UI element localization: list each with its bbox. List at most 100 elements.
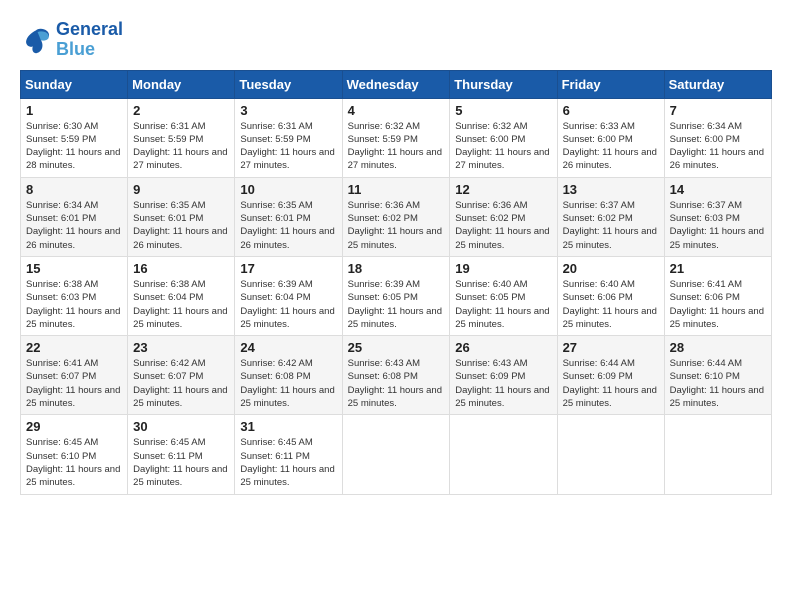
day-number: 24 [240,340,336,355]
calendar-day-cell: 17 Sunrise: 6:39 AM Sunset: 6:04 PM Dayl… [235,256,342,335]
page-header: General Blue [20,20,772,60]
day-info: Sunrise: 6:31 AM Sunset: 5:59 PM Dayligh… [133,120,229,173]
weekday-header: Tuesday [235,70,342,98]
day-number: 19 [455,261,551,276]
day-info: Sunrise: 6:32 AM Sunset: 6:00 PM Dayligh… [455,120,551,173]
calendar-day-cell: 28 Sunrise: 6:44 AM Sunset: 6:10 PM Dayl… [664,336,771,415]
calendar-day-cell [342,415,450,494]
day-number: 12 [455,182,551,197]
calendar-day-cell: 2 Sunrise: 6:31 AM Sunset: 5:59 PM Dayli… [128,98,235,177]
calendar-week-row: 29 Sunrise: 6:45 AM Sunset: 6:10 PM Dayl… [21,415,772,494]
calendar-day-cell [557,415,664,494]
day-info: Sunrise: 6:37 AM Sunset: 6:03 PM Dayligh… [670,199,766,252]
calendar-table: SundayMondayTuesdayWednesdayThursdayFrid… [20,70,772,495]
day-number: 11 [348,182,445,197]
day-info: Sunrise: 6:36 AM Sunset: 6:02 PM Dayligh… [455,199,551,252]
day-number: 21 [670,261,766,276]
day-number: 30 [133,419,229,434]
day-number: 22 [26,340,122,355]
day-info: Sunrise: 6:41 AM Sunset: 6:06 PM Dayligh… [670,278,766,331]
weekday-header: Sunday [21,70,128,98]
day-info: Sunrise: 6:42 AM Sunset: 6:08 PM Dayligh… [240,357,336,410]
calendar-header-row: SundayMondayTuesdayWednesdayThursdayFrid… [21,70,772,98]
calendar-day-cell: 25 Sunrise: 6:43 AM Sunset: 6:08 PM Dayl… [342,336,450,415]
calendar-day-cell: 20 Sunrise: 6:40 AM Sunset: 6:06 PM Dayl… [557,256,664,335]
calendar-day-cell: 31 Sunrise: 6:45 AM Sunset: 6:11 PM Dayl… [235,415,342,494]
day-info: Sunrise: 6:32 AM Sunset: 5:59 PM Dayligh… [348,120,445,173]
calendar-day-cell: 29 Sunrise: 6:45 AM Sunset: 6:10 PM Dayl… [21,415,128,494]
day-info: Sunrise: 6:45 AM Sunset: 6:11 PM Dayligh… [133,436,229,489]
day-info: Sunrise: 6:40 AM Sunset: 6:05 PM Dayligh… [455,278,551,331]
calendar-day-cell: 12 Sunrise: 6:36 AM Sunset: 6:02 PM Dayl… [450,177,557,256]
calendar-day-cell: 14 Sunrise: 6:37 AM Sunset: 6:03 PM Dayl… [664,177,771,256]
calendar-week-row: 22 Sunrise: 6:41 AM Sunset: 6:07 PM Dayl… [21,336,772,415]
weekday-header: Monday [128,70,235,98]
day-number: 15 [26,261,122,276]
day-number: 5 [455,103,551,118]
logo-text: General Blue [56,20,123,60]
day-info: Sunrise: 6:35 AM Sunset: 6:01 PM Dayligh… [133,199,229,252]
calendar-day-cell: 1 Sunrise: 6:30 AM Sunset: 5:59 PM Dayli… [21,98,128,177]
calendar-day-cell: 27 Sunrise: 6:44 AM Sunset: 6:09 PM Dayl… [557,336,664,415]
day-info: Sunrise: 6:34 AM Sunset: 6:00 PM Dayligh… [670,120,766,173]
day-info: Sunrise: 6:33 AM Sunset: 6:00 PM Dayligh… [563,120,659,173]
day-info: Sunrise: 6:38 AM Sunset: 6:04 PM Dayligh… [133,278,229,331]
day-info: Sunrise: 6:40 AM Sunset: 6:06 PM Dayligh… [563,278,659,331]
calendar-day-cell: 3 Sunrise: 6:31 AM Sunset: 5:59 PM Dayli… [235,98,342,177]
weekday-header: Saturday [664,70,771,98]
day-info: Sunrise: 6:45 AM Sunset: 6:10 PM Dayligh… [26,436,122,489]
day-number: 6 [563,103,659,118]
calendar-day-cell: 7 Sunrise: 6:34 AM Sunset: 6:00 PM Dayli… [664,98,771,177]
calendar-day-cell [664,415,771,494]
calendar-day-cell: 10 Sunrise: 6:35 AM Sunset: 6:01 PM Dayl… [235,177,342,256]
day-number: 23 [133,340,229,355]
calendar-day-cell: 8 Sunrise: 6:34 AM Sunset: 6:01 PM Dayli… [21,177,128,256]
day-info: Sunrise: 6:41 AM Sunset: 6:07 PM Dayligh… [26,357,122,410]
weekday-header: Wednesday [342,70,450,98]
day-number: 28 [670,340,766,355]
calendar-day-cell: 15 Sunrise: 6:38 AM Sunset: 6:03 PM Dayl… [21,256,128,335]
day-info: Sunrise: 6:31 AM Sunset: 5:59 PM Dayligh… [240,120,336,173]
calendar-week-row: 8 Sunrise: 6:34 AM Sunset: 6:01 PM Dayli… [21,177,772,256]
day-info: Sunrise: 6:45 AM Sunset: 6:11 PM Dayligh… [240,436,336,489]
day-number: 14 [670,182,766,197]
day-info: Sunrise: 6:43 AM Sunset: 6:08 PM Dayligh… [348,357,445,410]
day-info: Sunrise: 6:38 AM Sunset: 6:03 PM Dayligh… [26,278,122,331]
day-number: 17 [240,261,336,276]
logo: General Blue [20,20,123,60]
day-number: 18 [348,261,445,276]
calendar-day-cell: 16 Sunrise: 6:38 AM Sunset: 6:04 PM Dayl… [128,256,235,335]
day-number: 16 [133,261,229,276]
weekday-header: Thursday [450,70,557,98]
day-number: 13 [563,182,659,197]
calendar-day-cell: 21 Sunrise: 6:41 AM Sunset: 6:06 PM Dayl… [664,256,771,335]
day-number: 4 [348,103,445,118]
day-number: 1 [26,103,122,118]
day-number: 7 [670,103,766,118]
calendar-day-cell: 18 Sunrise: 6:39 AM Sunset: 6:05 PM Dayl… [342,256,450,335]
calendar-day-cell: 26 Sunrise: 6:43 AM Sunset: 6:09 PM Dayl… [450,336,557,415]
logo-icon [20,24,52,56]
day-info: Sunrise: 6:42 AM Sunset: 6:07 PM Dayligh… [133,357,229,410]
day-number: 10 [240,182,336,197]
calendar-day-cell: 5 Sunrise: 6:32 AM Sunset: 6:00 PM Dayli… [450,98,557,177]
day-number: 2 [133,103,229,118]
day-number: 31 [240,419,336,434]
day-info: Sunrise: 6:44 AM Sunset: 6:10 PM Dayligh… [670,357,766,410]
day-info: Sunrise: 6:30 AM Sunset: 5:59 PM Dayligh… [26,120,122,173]
calendar-day-cell: 4 Sunrise: 6:32 AM Sunset: 5:59 PM Dayli… [342,98,450,177]
day-info: Sunrise: 6:37 AM Sunset: 6:02 PM Dayligh… [563,199,659,252]
calendar-week-row: 1 Sunrise: 6:30 AM Sunset: 5:59 PM Dayli… [21,98,772,177]
day-number: 25 [348,340,445,355]
day-number: 20 [563,261,659,276]
day-number: 27 [563,340,659,355]
day-info: Sunrise: 6:44 AM Sunset: 6:09 PM Dayligh… [563,357,659,410]
calendar-day-cell: 19 Sunrise: 6:40 AM Sunset: 6:05 PM Dayl… [450,256,557,335]
day-info: Sunrise: 6:39 AM Sunset: 6:05 PM Dayligh… [348,278,445,331]
day-info: Sunrise: 6:39 AM Sunset: 6:04 PM Dayligh… [240,278,336,331]
day-number: 9 [133,182,229,197]
calendar-day-cell [450,415,557,494]
calendar-day-cell: 24 Sunrise: 6:42 AM Sunset: 6:08 PM Dayl… [235,336,342,415]
day-number: 29 [26,419,122,434]
calendar-day-cell: 6 Sunrise: 6:33 AM Sunset: 6:00 PM Dayli… [557,98,664,177]
